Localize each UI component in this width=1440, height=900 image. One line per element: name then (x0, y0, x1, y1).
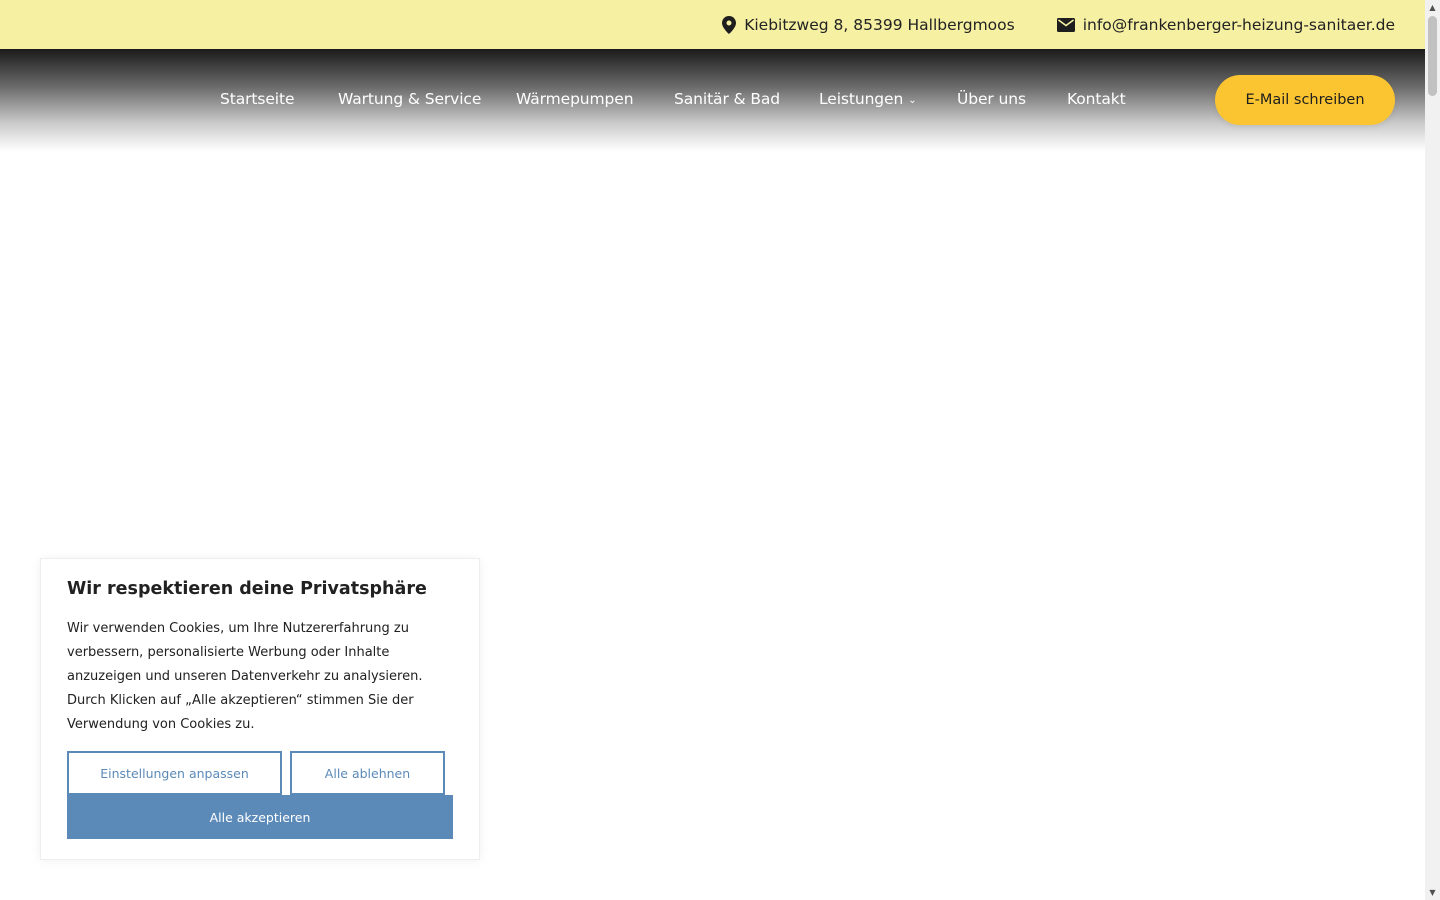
address-text: Kiebitzweg 8, 85399 Hallbergmoos (744, 15, 1015, 34)
email-text: info@frankenberger-heizung-sanitaer.de (1082, 15, 1395, 34)
email-info[interactable]: info@frankenberger-heizung-sanitaer.de (1056, 15, 1395, 34)
cookie-banner-text: Wir verwenden Cookies, um Ihre Nutzererf… (67, 621, 423, 732)
reject-all-button[interactable]: Alle ablehnen (290, 751, 445, 795)
main-navigation: Startseite Wartung & Service Wärmepumpen… (0, 49, 1425, 151)
accept-all-button[interactable]: Alle akzeptieren (67, 795, 453, 839)
vertical-scrollbar[interactable]: ▲ ▼ (1425, 0, 1440, 900)
nav-item-ueber-uns[interactable]: Über uns (957, 90, 1026, 108)
scroll-down-arrow-icon[interactable]: ▼ (1425, 885, 1440, 900)
cookie-banner-title: Wir respektieren deine Privatsphäre (67, 579, 427, 599)
customize-settings-button[interactable]: Einstellungen anpassen (67, 751, 282, 795)
nav-item-sanitaer-bad[interactable]: Sanitär & Bad (674, 90, 780, 108)
nav-item-kontakt[interactable]: Kontakt (1067, 90, 1126, 108)
chevron-down-icon: ⌄ (908, 95, 917, 106)
location-pin-icon (722, 15, 737, 34)
top-info-bar: Kiebitzweg 8, 85399 Hallbergmoos info@fr… (0, 0, 1425, 49)
nav-item-wartung-service[interactable]: Wartung & Service (338, 90, 481, 108)
address-info[interactable]: Kiebitzweg 8, 85399 Hallbergmoos (722, 15, 1015, 34)
cookie-consent-banner: Wir respektieren deine Privatsphäre Wir … (40, 558, 480, 860)
nav-item-startseite[interactable]: Startseite (220, 90, 295, 108)
envelope-icon (1056, 17, 1075, 32)
scrollbar-thumb[interactable] (1428, 16, 1437, 96)
nav-item-leistungen-label: Leistungen (819, 90, 904, 108)
email-cta-button[interactable]: E-Mail schreiben (1215, 75, 1395, 125)
nav-item-waermepumpen[interactable]: Wärmepumpen (516, 90, 634, 108)
nav-item-leistungen[interactable]: Leistungen ⌄ (819, 90, 917, 108)
scroll-up-arrow-icon[interactable]: ▲ (1425, 0, 1440, 15)
